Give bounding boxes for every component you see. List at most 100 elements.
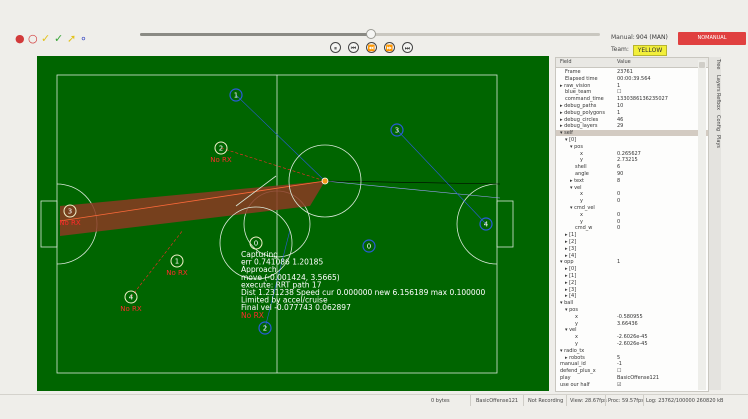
tree-row[interactable]: y 2.73215: [556, 157, 708, 163]
tree-row-field: Elapsed time: [565, 75, 598, 82]
red-circle-icon[interactable]: ○: [28, 33, 38, 44]
shot-window-polygon: [60, 181, 325, 236]
tree-row[interactable]: ▸ debug_paths 10: [556, 103, 708, 109]
tree-row[interactable]: ▸ robots 5: [556, 355, 708, 361]
tree-row-field: ▸ [2]: [565, 279, 577, 286]
blue-robot-1[interactable]: 1: [229, 88, 243, 102]
scrollbar-thumb[interactable]: [699, 62, 705, 68]
tree-row[interactable]: ▸ [2]: [556, 280, 708, 286]
tree-row[interactable]: ▸ [2]: [556, 239, 708, 245]
tree-row[interactable]: ▸ debug_polygons 1: [556, 110, 708, 116]
column-value-header[interactable]: Value: [617, 58, 631, 67]
blue-robot-4[interactable]: 4: [479, 217, 493, 231]
rewind-icon[interactable]: ⏪: [366, 42, 377, 53]
green-check-icon[interactable]: ✓: [54, 33, 63, 44]
yellow-robot-2[interactable]: 2 No RX: [210, 141, 232, 164]
tree-row[interactable]: ▸ text 8: [556, 178, 708, 184]
tree-row[interactable]: ▸ [1]: [556, 232, 708, 238]
tree-row[interactable]: defend_plus_x ☐: [556, 368, 708, 374]
tree-row[interactable]: x0: [556, 191, 708, 197]
column-field-header[interactable]: Field: [560, 58, 572, 67]
tree-row[interactable]: use our half ☑: [556, 382, 708, 388]
tree-row-value: 2.73215: [617, 157, 638, 164]
skip-start-icon[interactable]: ⏮: [348, 42, 359, 53]
tree-row[interactable]: ▾ pos: [556, 307, 708, 313]
blue-robot-2[interactable]: 2: [258, 321, 272, 335]
status-recording: Not Recording: [528, 398, 564, 404]
tree-row[interactable]: ▸ [0]: [556, 266, 708, 272]
tree-row[interactable]: ▸ [3]: [556, 287, 708, 293]
tree-row-field: ▾ vel: [565, 327, 577, 334]
tab-layers[interactable]: Layers: [709, 75, 721, 92]
tree-row[interactable]: x0: [556, 212, 708, 218]
tree-row[interactable]: ▾ radio_tx: [556, 348, 708, 354]
tree-row[interactable]: shell 6: [556, 164, 708, 170]
log-seek-handle[interactable]: [366, 29, 376, 39]
status-divider: [566, 395, 567, 406]
left-goal: [40, 200, 58, 248]
tree-row[interactable]: blue_team ☐: [556, 89, 708, 95]
tree-row[interactable]: ▾ vel: [556, 185, 708, 191]
tree-row[interactable]: ▸ [3]: [556, 246, 708, 252]
tree-row[interactable]: y0: [556, 219, 708, 225]
tree-row[interactable]: Frame 23761: [556, 69, 708, 75]
tree-row-field: y: [575, 341, 578, 347]
blue-robot-0[interactable]: 0: [362, 239, 376, 253]
pause-icon[interactable]: ⏸: [330, 42, 341, 53]
yellow-arrow-icon[interactable]: ➚: [67, 33, 76, 44]
yellow-robot-1[interactable]: 1 No RX: [166, 254, 188, 277]
soccer-field-view[interactable]: 1 3 4 0 2 2 No RX 3 No RX 1 No RX 4 No RX 0 Capturing…: [37, 56, 549, 391]
tree-row-field: ▸ [3]: [565, 286, 577, 293]
tree-row[interactable]: y0: [556, 198, 708, 204]
tree-row[interactable]: angle 90: [556, 171, 708, 177]
tree-row[interactable]: ▸ debug_circles 46: [556, 117, 708, 123]
tree-row[interactable]: ▾ [0]: [556, 137, 708, 143]
tree-row[interactable]: x -2.6026e-45: [556, 334, 708, 340]
yellow-robot-4[interactable]: 4 No RX: [120, 290, 142, 313]
tab-config[interactable]: Config: [709, 115, 721, 131]
panel-scrollbar[interactable]: [698, 60, 706, 390]
log-seek-slider[interactable]: [140, 29, 600, 39]
yellow-robot-0[interactable]: 0: [249, 236, 263, 250]
ball[interactable]: [321, 177, 329, 185]
tree-row-field: ▸ [3]: [565, 245, 577, 252]
tree-row-field: ▾ [0]: [565, 137, 577, 143]
tree-row-value: 0.265627: [617, 150, 641, 157]
tree-row[interactable]: manual_id -1: [556, 361, 708, 367]
tab-refbox[interactable]: Refbox: [709, 93, 721, 110]
tree-row[interactable]: ▸ debug_layers 29: [556, 123, 708, 129]
tree-row[interactable]: ▾ vel: [556, 327, 708, 333]
tree-row[interactable]: cmd_w 0: [556, 225, 708, 231]
tree-row[interactable]: ▾ opp 1: [556, 259, 708, 265]
tab-plays[interactable]: Plays: [709, 135, 721, 148]
tree-row[interactable]: y -2.6026e-45: [556, 341, 708, 347]
yellow-check-icon[interactable]: ✓: [41, 33, 50, 44]
tree-row[interactable]: ▾ self: [556, 130, 708, 137]
tree-row-field: ▸ debug_circles: [560, 116, 599, 123]
tree-row[interactable]: play BasicOffense121: [556, 375, 708, 381]
red-dot-icon[interactable]: ●: [15, 33, 25, 44]
fast-forward-icon[interactable]: ⏩: [384, 42, 395, 53]
tree-row[interactable]: ▸ raw_vision 1: [556, 83, 708, 89]
tree-row-value: 3.66436: [617, 320, 638, 327]
tree-row-value: ☑: [617, 381, 622, 388]
status-divider: [470, 395, 471, 406]
blue-robot-3[interactable]: 3: [390, 123, 404, 137]
tree-row[interactable]: x 0.265627: [556, 151, 708, 157]
stop-manual-button[interactable]: NOMANUAL: [678, 32, 746, 45]
tree-row[interactable]: command_time 1330386136235027: [556, 96, 708, 102]
tree-row[interactable]: x -0.580955: [556, 314, 708, 320]
blue-circle-icon[interactable]: ∘: [80, 33, 87, 44]
tree-row[interactable]: ▸ [4]: [556, 293, 708, 299]
tree-row[interactable]: ▾ pos: [556, 144, 708, 150]
tab-tree[interactable]: Tree: [709, 59, 721, 69]
tree-row[interactable]: ▸ [4]: [556, 253, 708, 259]
skip-end-icon[interactable]: ⏭: [402, 42, 413, 53]
tree-row[interactable]: Elapsed time 00:00:39.564: [556, 76, 708, 82]
tree-row[interactable]: y 3.66436: [556, 321, 708, 327]
tree-row[interactable]: ▸ [1]: [556, 273, 708, 279]
tree-row[interactable]: ▾ ball: [556, 300, 708, 306]
tree-row-field: ▾ pos: [570, 143, 583, 150]
team-toggle-button[interactable]: YELLOW: [633, 45, 667, 56]
tree-row[interactable]: ▾ cmd_vel: [556, 205, 708, 211]
